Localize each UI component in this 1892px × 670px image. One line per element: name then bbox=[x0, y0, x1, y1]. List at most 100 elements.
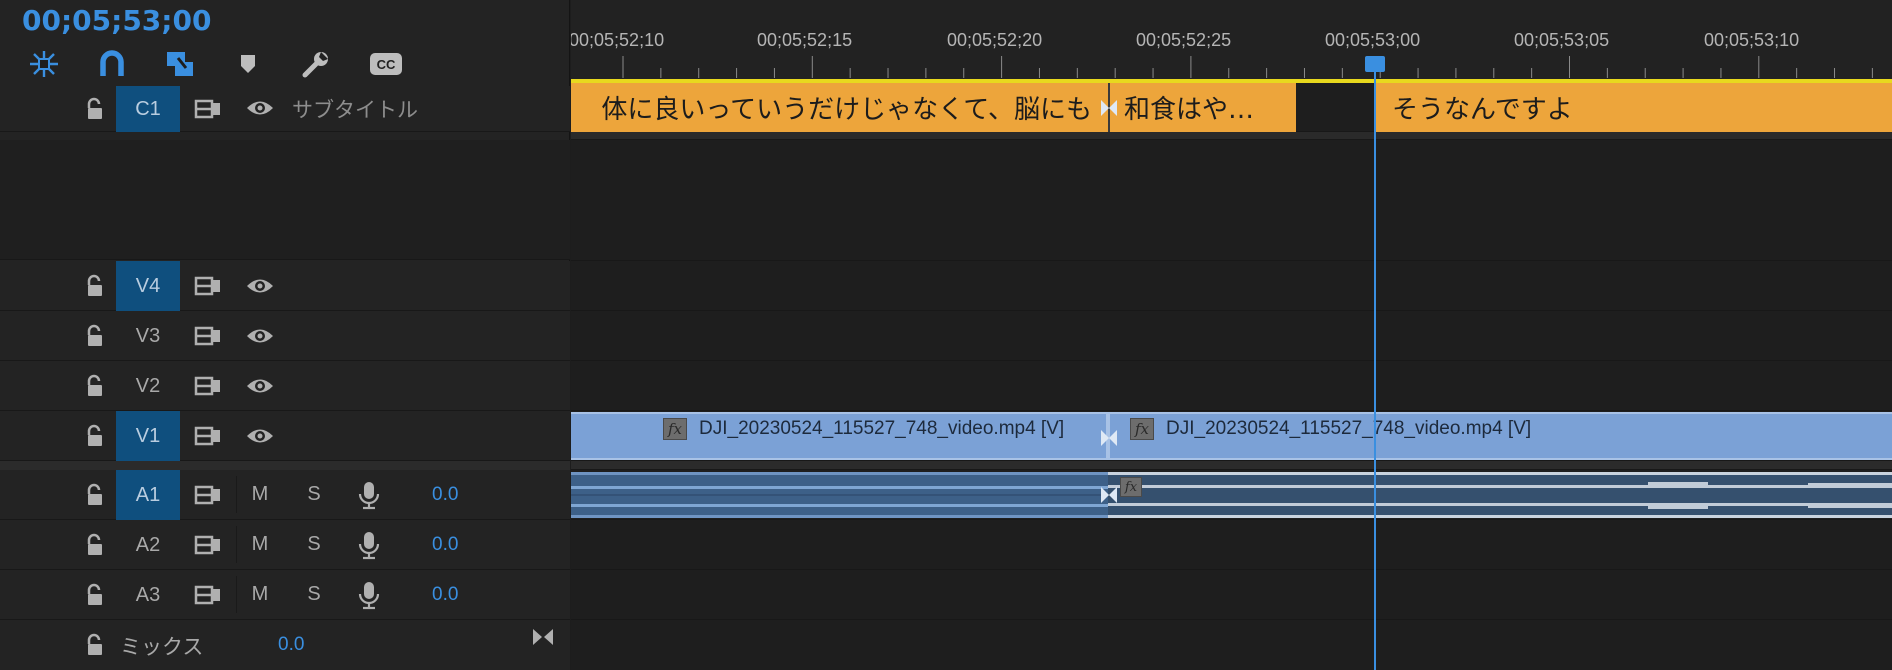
lock-icon[interactable] bbox=[84, 97, 106, 121]
lock-icon[interactable] bbox=[84, 533, 106, 557]
ruler-label: 00;05;52;20 bbox=[947, 30, 1043, 50]
track-target-v2[interactable]: V2 bbox=[116, 361, 180, 411]
solo-button[interactable]: S bbox=[301, 533, 327, 556]
playhead-timecode[interactable]: 00;05;53;00 bbox=[22, 4, 211, 37]
lane-v2[interactable] bbox=[571, 361, 1892, 411]
caption-clip[interactable]: 体に良いっていうだけじゃなくて、脳にも bbox=[571, 83, 1108, 132]
lane-v1[interactable]: fx DJI_20230524_115527_748_video.mp4 [V]… bbox=[571, 411, 1892, 461]
playhead-handle[interactable] bbox=[1365, 56, 1385, 72]
snap-magnet-icon[interactable] bbox=[94, 46, 130, 82]
microphone-icon[interactable] bbox=[357, 480, 381, 510]
linked-selection-icon[interactable] bbox=[162, 46, 198, 82]
track-target-a3[interactable]: A3 bbox=[116, 570, 180, 620]
lane-mix[interactable] bbox=[571, 620, 1892, 670]
track-target-v4[interactable]: V4 bbox=[116, 261, 180, 311]
solo-button[interactable]: S bbox=[301, 583, 327, 606]
track-label-c1: サブタイトル bbox=[292, 98, 418, 122]
track-target-v3[interactable]: V3 bbox=[116, 311, 180, 361]
track-header-c1: C1 サブタイトル bbox=[0, 86, 570, 132]
transition-icon[interactable] bbox=[1099, 484, 1119, 506]
track-volume-a2[interactable]: 0.0 bbox=[432, 534, 458, 556]
fx-icon[interactable]: fx bbox=[1130, 418, 1154, 440]
video-audio-divider[interactable] bbox=[0, 461, 570, 470]
sync-lock-icon[interactable] bbox=[194, 483, 222, 507]
sync-lock-icon[interactable] bbox=[194, 424, 222, 448]
track-volume-a1[interactable]: 0.0 bbox=[432, 484, 458, 506]
audio-waveform bbox=[571, 486, 1108, 507]
audio-clip[interactable]: fx bbox=[1108, 472, 1892, 518]
eye-icon[interactable] bbox=[245, 275, 275, 299]
track-header-a3: A3 M S 0.0 bbox=[0, 570, 570, 620]
caption-text: 体に良いっていうだけじゃなくて、脳にも bbox=[601, 95, 1092, 125]
timeline-toolbar: CC bbox=[0, 46, 570, 82]
separator bbox=[236, 476, 237, 513]
mute-button[interactable]: M bbox=[247, 483, 273, 506]
track-target-c1[interactable]: C1 bbox=[116, 86, 180, 132]
track-header-v4: V4 bbox=[0, 261, 570, 311]
microphone-icon[interactable] bbox=[357, 530, 381, 560]
timeline-area[interactable]: 00;05;52;10 00;05;52;15 00;05;52;20 00;0… bbox=[571, 0, 1892, 670]
caption-lane: 体に良いっていうだけじゃなくて、脳にも 和食はや… そうなんですよ bbox=[571, 83, 1892, 132]
caption-clip[interactable]: 和食はや… bbox=[1108, 83, 1296, 132]
solo-button[interactable]: S bbox=[301, 483, 327, 506]
eye-icon[interactable] bbox=[245, 325, 275, 349]
eye-icon[interactable] bbox=[245, 97, 275, 121]
lane-a1[interactable]: fx bbox=[571, 470, 1892, 520]
lock-icon[interactable] bbox=[84, 324, 106, 348]
track-header-v1: V1 bbox=[0, 411, 570, 461]
lock-icon[interactable] bbox=[84, 583, 106, 607]
sync-lock-icon[interactable] bbox=[194, 374, 222, 398]
lock-icon[interactable] bbox=[84, 633, 106, 657]
sync-lock-icon[interactable] bbox=[194, 533, 222, 557]
track-header-a1: A1 M S 0.0 bbox=[0, 470, 570, 520]
track-target-v1[interactable]: V1 bbox=[116, 411, 180, 461]
sync-lock-icon[interactable] bbox=[194, 97, 222, 121]
lock-icon[interactable] bbox=[84, 483, 106, 507]
video-clip[interactable]: fx DJI_20230524_115527_748_video.mp4 [V] bbox=[1108, 412, 1892, 460]
lane-a3[interactable] bbox=[571, 570, 1892, 620]
lane-a2[interactable] bbox=[571, 520, 1892, 570]
separator bbox=[236, 526, 237, 563]
mix-label: ミックス bbox=[120, 635, 204, 659]
mute-button[interactable]: M bbox=[247, 533, 273, 556]
time-ruler[interactable]: 00;05;52;10 00;05;52;15 00;05;52;20 00;0… bbox=[571, 0, 1892, 80]
track-target-a2[interactable]: A2 bbox=[116, 520, 180, 570]
transition-icon[interactable] bbox=[1099, 97, 1119, 119]
mute-button[interactable]: M bbox=[247, 583, 273, 606]
settings-wrench-icon[interactable] bbox=[298, 46, 334, 82]
track-header-v2: V2 bbox=[0, 361, 570, 411]
lock-icon[interactable] bbox=[84, 374, 106, 398]
video-clip[interactable]: fx DJI_20230524_115527_748_video.mp4 [V] bbox=[571, 412, 1108, 460]
audio-waveform bbox=[1108, 482, 1892, 509]
audio-clip[interactable] bbox=[571, 472, 1108, 518]
ruler-label: 00;05;52;10 bbox=[571, 30, 665, 50]
caption-text: そうなんですよ bbox=[1392, 95, 1573, 125]
eye-icon[interactable] bbox=[245, 375, 275, 399]
track-target-a1[interactable]: A1 bbox=[116, 470, 180, 520]
track-volume-a3[interactable]: 0.0 bbox=[432, 584, 458, 606]
sync-lock-icon[interactable] bbox=[194, 274, 222, 298]
eye-icon[interactable] bbox=[245, 425, 275, 449]
ruler-label: 00;05;53;10 bbox=[1704, 30, 1800, 50]
transition-icon[interactable] bbox=[1099, 427, 1119, 449]
nest-sequence-icon[interactable] bbox=[26, 46, 62, 82]
track-header-panel: 00;05;53;00 CC C1 サブタイトル V4 V3 V2 V1 A1 … bbox=[0, 0, 570, 670]
lock-icon[interactable] bbox=[84, 274, 106, 298]
fx-icon[interactable]: fx bbox=[663, 418, 687, 440]
fx-icon[interactable]: fx bbox=[1120, 477, 1142, 497]
microphone-icon[interactable] bbox=[357, 580, 381, 610]
sync-lock-icon[interactable] bbox=[194, 324, 222, 348]
video-clip-name: DJI_20230524_115527_748_video.mp4 [V] bbox=[1166, 418, 1532, 439]
lane-v4[interactable] bbox=[571, 261, 1892, 311]
lane-v3[interactable] bbox=[571, 311, 1892, 361]
add-marker-icon[interactable] bbox=[230, 46, 266, 82]
mix-volume[interactable]: 0.0 bbox=[278, 634, 304, 656]
go-to-in-out-icon[interactable] bbox=[530, 626, 556, 648]
lock-icon[interactable] bbox=[84, 424, 106, 448]
svg-text:CC: CC bbox=[377, 57, 396, 72]
sync-lock-icon[interactable] bbox=[194, 583, 222, 607]
caption-clip[interactable]: そうなんですよ bbox=[1376, 83, 1892, 132]
captions-cc-icon[interactable]: CC bbox=[366, 46, 406, 82]
playhead-line[interactable] bbox=[1374, 58, 1376, 670]
ruler-label: 00;05;52;15 bbox=[757, 30, 853, 50]
